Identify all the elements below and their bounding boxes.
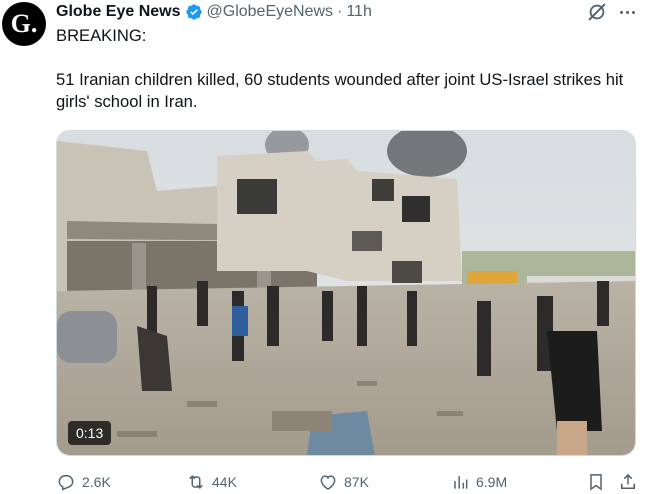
bookmark-icon <box>590 474 602 491</box>
share-icon <box>621 473 635 489</box>
bookmark-button[interactable] <box>586 472 612 492</box>
views-count: 6.9M <box>476 474 508 490</box>
video-thumbnail <box>57 131 635 455</box>
video-player[interactable] <box>56 130 636 456</box>
repost-button[interactable]: 44K <box>186 472 237 492</box>
tweet-header: Globe Eye News @GlobeEyeNews · 11h <box>56 2 372 22</box>
tweet-text-line2: 51 Iranian children killed, 60 students … <box>56 70 624 111</box>
like-button[interactable]: 87K <box>318 472 369 492</box>
views-button[interactable]: 6.9M <box>450 472 507 492</box>
verified-badge-icon <box>185 4 202 20</box>
reply-count: 2.6K <box>82 474 111 490</box>
like-count: 87K <box>344 474 369 490</box>
action-bar: 2.6K 44K 87K 6.9M <box>56 470 642 494</box>
author-handle[interactable]: @GlobeEyeNews <box>207 3 334 21</box>
reply-button[interactable]: 2.6K <box>56 472 111 492</box>
more-icon[interactable] <box>616 2 638 22</box>
timestamp[interactable]: 11h <box>346 3 372 21</box>
grok-icon[interactable] <box>586 1 608 23</box>
views-icon <box>454 476 468 489</box>
author-name[interactable]: Globe Eye News <box>56 3 181 21</box>
tweet-text: BREAKING: 51 Iranian children killed, 60… <box>56 25 642 113</box>
avatar[interactable]: G. <box>2 2 46 46</box>
reply-icon <box>58 475 74 491</box>
separator: · <box>337 3 343 20</box>
like-icon <box>320 475 336 490</box>
repost-count: 44K <box>212 474 237 490</box>
repost-icon <box>189 475 203 489</box>
avatar-letter: G. <box>10 9 38 38</box>
tweet-text-line1: BREAKING: <box>56 26 147 45</box>
video-duration: 0:13 <box>68 421 112 445</box>
share-button[interactable] <box>618 472 644 492</box>
